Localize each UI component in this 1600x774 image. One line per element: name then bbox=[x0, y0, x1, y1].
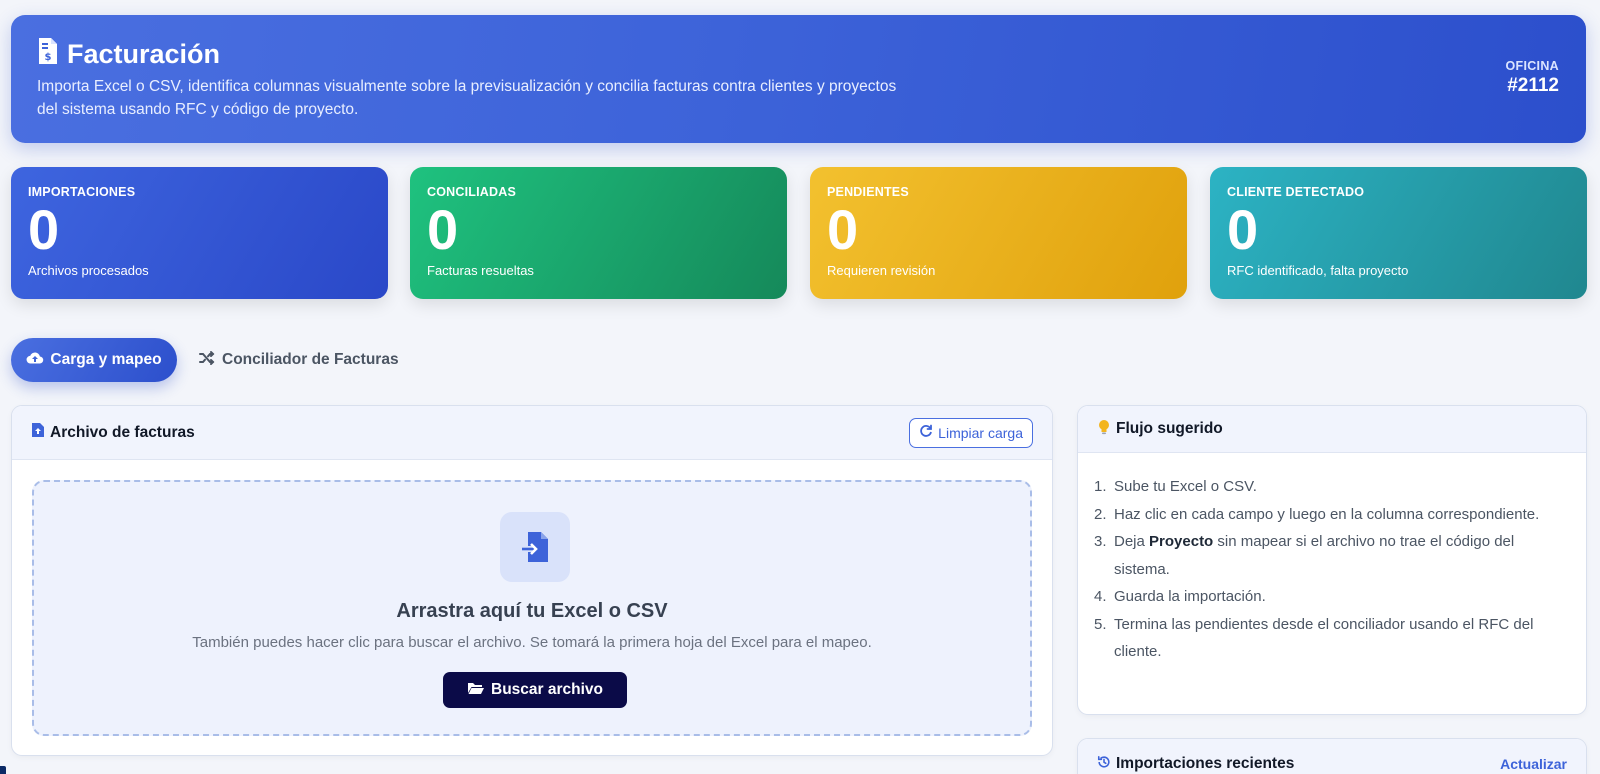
upload-card: Archivo de facturas Limpiar carga Arrast… bbox=[11, 405, 1053, 756]
clear-upload-label: Limpiar carga bbox=[938, 424, 1023, 441]
clear-upload-button[interactable]: Limpiar carga bbox=[909, 417, 1033, 448]
stat-card-client-detected: CLIENTE DETECTADO 0 RFC identificado, fa… bbox=[1210, 167, 1587, 299]
flow-step: Deja Proyecto sin mapear si el archivo n… bbox=[1094, 528, 1562, 583]
flow-step: Sube tu Excel o CSV. bbox=[1094, 473, 1257, 500]
flow-step: Haz clic en cada campo y luego en la col… bbox=[1094, 501, 1540, 528]
cloud-upload-icon bbox=[26, 349, 44, 372]
recent-imports-card: Importaciones recientes Actualizar bbox=[1077, 738, 1587, 774]
tab-upload-mapping[interactable]: Carga y mapeo bbox=[11, 338, 177, 382]
recent-card-header: Importaciones recientes Actualizar bbox=[1078, 739, 1586, 774]
stat-value: 0 bbox=[827, 198, 859, 261]
tab-label: Conciliador de Facturas bbox=[222, 351, 399, 368]
tab-label: Carga y mapeo bbox=[50, 351, 162, 368]
stat-card-imports: IMPORTACIONES 0 Archivos procesados bbox=[11, 167, 388, 299]
stat-label: PENDIENTES bbox=[827, 185, 909, 199]
refresh-icon bbox=[919, 424, 933, 441]
stat-value: 0 bbox=[28, 198, 60, 261]
recent-card-title-text: Importaciones recientes bbox=[1116, 755, 1295, 772]
flow-step-text: Deja bbox=[1114, 533, 1150, 550]
page-header: $ Facturación Importa Excel o CSV, ident… bbox=[11, 15, 1586, 143]
recent-card-title: Importaciones recientes bbox=[1097, 754, 1294, 774]
file-upload-icon bbox=[31, 422, 45, 443]
file-import-icon bbox=[500, 512, 570, 582]
svg-text:$: $ bbox=[45, 52, 52, 63]
flow-card-title: Flujo sugerido bbox=[1097, 419, 1223, 440]
stat-caption: Archivos procesados bbox=[28, 263, 149, 278]
flow-card-title-text: Flujo sugerido bbox=[1116, 420, 1223, 437]
stat-label: CLIENTE DETECTADO bbox=[1227, 185, 1365, 199]
file-dropzone[interactable]: Arrastra aquí tu Excel o CSV También pue… bbox=[32, 480, 1032, 736]
upload-card-title-text: Archivo de facturas bbox=[50, 423, 195, 441]
invoice-icon: $ bbox=[37, 37, 59, 72]
stat-label: IMPORTACIONES bbox=[28, 185, 136, 199]
flow-steps: Sube tu Excel o CSV. Haz clic en cada ca… bbox=[1078, 453, 1586, 666]
dropzone-subtitle: También puedes hacer clic para buscar el… bbox=[192, 634, 872, 651]
stat-value: 0 bbox=[427, 198, 459, 261]
upload-card-title: Archivo de facturas bbox=[31, 422, 195, 443]
history-icon bbox=[1097, 754, 1111, 774]
stat-caption: Facturas resueltas bbox=[427, 263, 534, 278]
suggested-flow-card: Flujo sugerido Sube tu Excel o CSV. Haz … bbox=[1077, 405, 1587, 715]
stat-card-reconciled: CONCILIADAS 0 Facturas resueltas bbox=[410, 167, 787, 299]
page-title: $ Facturación bbox=[37, 37, 220, 72]
lightbulb-icon bbox=[1097, 419, 1111, 440]
stat-caption: RFC identificado, falta proyecto bbox=[1227, 263, 1409, 278]
page-description: Importa Excel o CSV, identifica columnas… bbox=[37, 78, 897, 118]
page-corner-marker bbox=[0, 766, 6, 774]
stat-label: CONCILIADAS bbox=[427, 185, 517, 199]
browse-file-label: Buscar archivo bbox=[491, 681, 603, 698]
flow-step-emphasis: Proyecto bbox=[1149, 533, 1214, 550]
office-info: OFICINA #2112 bbox=[1506, 59, 1560, 97]
browse-file-button[interactable]: Buscar archivo bbox=[443, 672, 627, 708]
tab-invoice-reconciler[interactable]: Conciliador de Facturas bbox=[198, 338, 399, 382]
page-title-text: Facturación bbox=[67, 39, 221, 69]
stat-card-pending: PENDIENTES 0 Requieren revisión bbox=[810, 167, 1187, 299]
refresh-link[interactable]: Actualizar bbox=[1500, 756, 1567, 772]
flow-card-header: Flujo sugerido bbox=[1078, 406, 1586, 453]
stat-value: 0 bbox=[1227, 198, 1259, 261]
shuffle-icon bbox=[198, 349, 216, 372]
folder-open-icon bbox=[467, 681, 485, 700]
stat-caption: Requieren revisión bbox=[827, 263, 936, 278]
dropzone-title: Arrastra aquí tu Excel o CSV bbox=[396, 600, 668, 622]
upload-card-header: Archivo de facturas Limpiar carga bbox=[12, 406, 1052, 460]
office-label: OFICINA bbox=[1505, 59, 1559, 73]
office-number: #2112 bbox=[1507, 75, 1559, 96]
flow-step: Guarda la importación. bbox=[1094, 583, 1266, 610]
flow-step: Termina las pendientes desde el concilia… bbox=[1094, 611, 1534, 661]
